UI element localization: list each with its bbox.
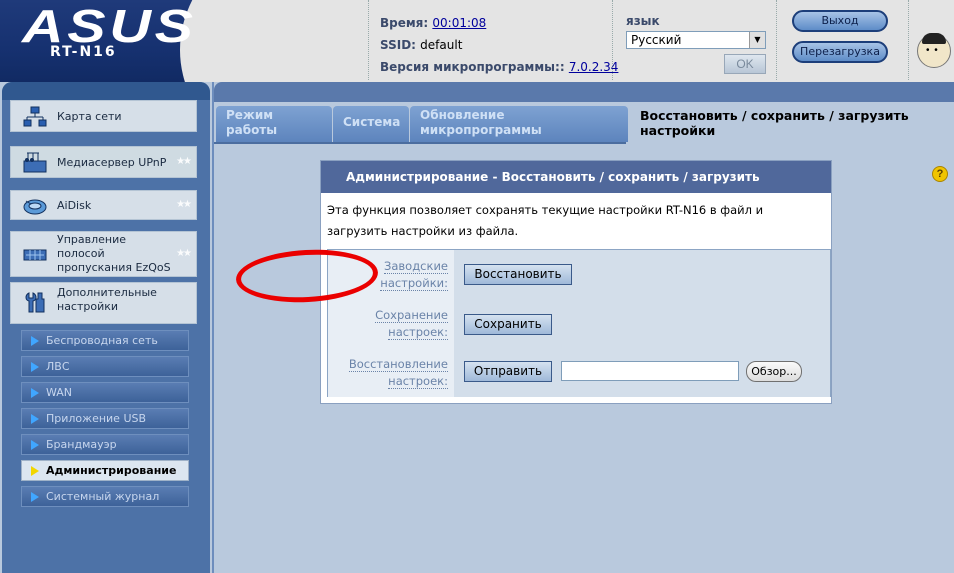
sidebar-subitem-label: Приложение USB: [46, 412, 147, 425]
sidebar-subitem-usb-application[interactable]: Приложение USB: [21, 408, 189, 429]
sidebar-item-label: Управление полосой пропускания EzQoS: [57, 233, 171, 274]
main-content: Режим работы Система Обновление микропро…: [212, 82, 954, 573]
restore-settings-row: Восстановление настроек: Отправить Обзор…: [328, 348, 830, 397]
ssid-row: SSID: default: [380, 34, 618, 56]
header-divider: [776, 0, 777, 80]
sidebar-subitem-label: Системный журнал: [46, 490, 160, 503]
asus-logo: ASUS: [22, 0, 197, 52]
sidebar-item-media-server[interactable]: Медиасервер UPnP ★★: [10, 146, 197, 178]
aidisk-icon: [23, 199, 47, 215]
logout-button[interactable]: Выход: [792, 10, 888, 32]
help-icon[interactable]: ?: [932, 166, 948, 182]
media-server-icon: [23, 152, 47, 173]
avatar-icon: [917, 33, 951, 68]
sidebar-top-band: [2, 82, 210, 100]
save-settings-row: Сохранение настроек: Сохранить: [328, 299, 830, 348]
sidebar-subitem-administration[interactable]: Администрирование: [21, 460, 189, 481]
sidebar-subitem-wan[interactable]: WAN: [21, 382, 189, 403]
sidebar-subitem-label: Брандмауэр: [46, 438, 117, 451]
sidebar-subitem-label: Администрирование: [46, 464, 177, 477]
header-divider: [612, 0, 613, 80]
time-link[interactable]: 00:01:08: [432, 16, 486, 30]
tab-bar: Режим работы Система Обновление микропро…: [214, 106, 954, 144]
router-model: RT-N16: [50, 44, 117, 60]
ssid-value: default: [420, 38, 463, 52]
sidebar-item-advanced-settings[interactable]: Дополнительные настройки: [10, 282, 197, 324]
browse-file-button[interactable]: Обзор...: [746, 361, 802, 382]
firmware-link[interactable]: 7.0.2.34: [569, 60, 619, 74]
sidebar-item-ezqos[interactable]: Управление полосой пропускания EzQoS ★★: [10, 231, 197, 277]
tab-system[interactable]: Система: [333, 106, 409, 142]
logo-swoosh: [180, 0, 368, 82]
form-label: Сохранение настроек:: [328, 299, 454, 348]
form-cell: Отправить Обзор...: [454, 348, 830, 397]
language-select[interactable]: Русский ▼: [626, 31, 766, 49]
language-label: язык: [626, 14, 660, 28]
qos-icon: [23, 249, 47, 261]
language-ok-button[interactable]: OK: [724, 54, 766, 74]
form-cell: Восстановить: [454, 250, 830, 299]
settings-panel: Администрирование - Восстановить / сохра…: [320, 160, 832, 404]
star-icon: ★★: [176, 156, 192, 167]
arrow-right-icon: [31, 414, 39, 424]
tab-operation-mode[interactable]: Режим работы: [216, 106, 332, 142]
form-cell: Сохранить: [454, 299, 830, 348]
content-top-band: [214, 82, 954, 102]
factory-default-row: Заводские настройки: Восстановить: [328, 250, 830, 299]
sidebar-subitem-wireless[interactable]: Беспроводная сеть: [21, 330, 189, 351]
header-divider: [908, 0, 909, 80]
restore-settings-label: Восстановление настроек:: [348, 357, 448, 389]
header-divider: [368, 0, 369, 80]
sidebar-item-label: Дополнительные настройки: [57, 286, 157, 313]
sidebar-subitem-system-log[interactable]: Системный журнал: [21, 486, 189, 507]
reboot-button[interactable]: Перезагрузка: [792, 41, 888, 63]
firmware-label: Версия микропрограммы::: [380, 60, 565, 74]
restore-defaults-button[interactable]: Восстановить: [464, 264, 572, 285]
factory-default-label: Заводские настройки:: [380, 259, 448, 291]
sidebar-item-network-map[interactable]: Карта сети: [10, 100, 197, 132]
brand-logo-area: ASUS RT-N16: [0, 0, 368, 82]
chevron-down-icon[interactable]: ▼: [749, 32, 765, 48]
arrow-right-icon: [31, 440, 39, 450]
time-row: Время: 00:01:08: [380, 12, 618, 34]
sidebar-subitem-label: ЛВС: [46, 360, 70, 373]
arrow-right-icon: [31, 336, 39, 346]
wrench-icon: [25, 292, 45, 313]
settings-form: Заводские настройки: Восстановить Сохран…: [327, 249, 831, 397]
tab-restore-save-upload[interactable]: Восстановить / сохранить / загрузить нас…: [630, 106, 954, 142]
sidebar-subitem-label: WAN: [46, 386, 73, 399]
sidebar-item-label: AiDisk: [57, 199, 92, 212]
form-label: Заводские настройки:: [328, 250, 454, 299]
system-info: Время: 00:01:08 SSID: default Версия мик…: [380, 12, 618, 78]
language-selected-value: Русский: [631, 33, 682, 47]
file-path-input[interactable]: [561, 361, 739, 381]
sidebar-subitem-lan[interactable]: ЛВС: [21, 356, 189, 377]
sidebar-subitem-label: Беспроводная сеть: [46, 334, 158, 347]
arrow-right-icon: [31, 388, 39, 398]
sidebar-subitem-firewall[interactable]: Брандмауэр: [21, 434, 189, 455]
tab-firmware-upgrade[interactable]: Обновление микропрограммы: [410, 106, 628, 142]
upload-settings-button[interactable]: Отправить: [464, 361, 552, 382]
star-icon: ★★: [176, 248, 192, 259]
arrow-right-icon: [31, 362, 39, 372]
sidebar-item-label: Медиасервер UPnP: [57, 156, 167, 169]
panel-title: Администрирование - Восстановить / сохра…: [321, 161, 831, 216]
save-settings-button[interactable]: Сохранить: [464, 314, 552, 335]
time-label: Время:: [380, 16, 429, 30]
tab-underline: [214, 142, 626, 144]
save-settings-label: Сохранение настроек:: [375, 308, 448, 340]
arrow-right-icon: [31, 492, 39, 502]
network-map-icon: [23, 106, 47, 127]
panel-description: Эта функция позволяет сохранять текущие …: [327, 203, 764, 238]
sidebar-item-label: Карта сети: [57, 110, 122, 123]
sidebar-item-aidisk[interactable]: AiDisk ★★: [10, 190, 197, 220]
star-icon: ★★: [176, 199, 192, 210]
ssid-label: SSID:: [380, 38, 416, 52]
form-label: Восстановление настроек:: [328, 348, 454, 397]
firmware-row: Версия микропрограммы:: 7.0.2.34: [380, 56, 618, 78]
arrow-right-icon: [31, 466, 39, 476]
header-bar: ASUS RT-N16 Время: 00:01:08 SSID: defaul…: [0, 0, 954, 82]
